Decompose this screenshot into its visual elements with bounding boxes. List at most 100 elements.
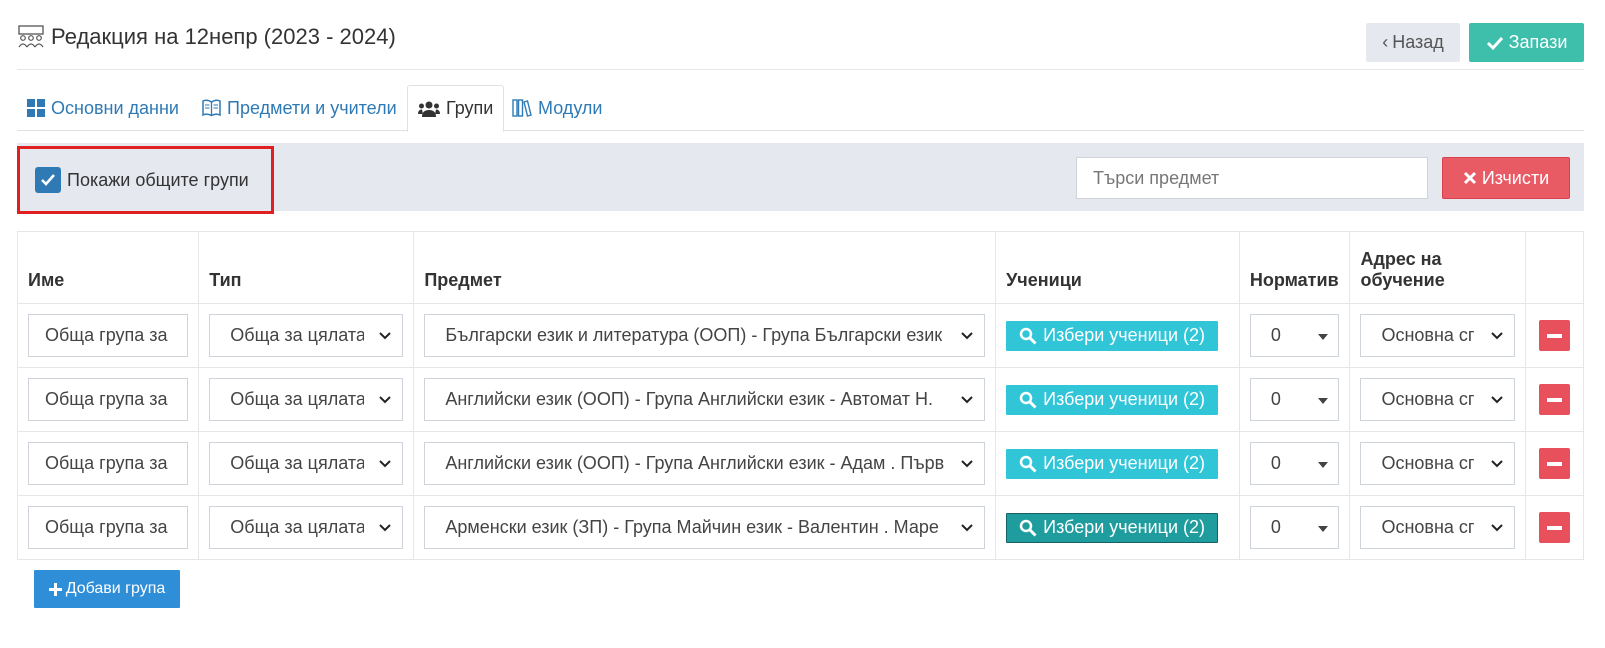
- minus-icon: [1546, 525, 1562, 530]
- tab-modules[interactable]: Модули: [502, 85, 612, 131]
- back-button[interactable]: ‹ Назад: [1366, 23, 1460, 62]
- chevron-down-icon: [961, 395, 973, 403]
- group-name-input[interactable]: Обща група за: [28, 442, 189, 485]
- subject-select[interactable]: Български език и литература (ООП) - Груп…: [424, 314, 986, 357]
- select-value: Основна сг: [1381, 517, 1475, 537]
- select-value: 0: [1270, 517, 1281, 537]
- remove-row-button[interactable]: [1538, 512, 1570, 543]
- chevron-down-icon: [1490, 331, 1503, 339]
- tab-basic-data[interactable]: Основни данни: [17, 85, 189, 131]
- select-students-button[interactable]: Избери ученици (2): [1006, 320, 1219, 351]
- select-value: Основна сг: [1381, 325, 1475, 345]
- save-button[interactable]: Запази: [1469, 23, 1584, 62]
- select-value: 0: [1270, 453, 1281, 473]
- chevron-down-icon: [1490, 459, 1503, 467]
- group-type-select[interactable]: Обща за цялата: [209, 314, 404, 357]
- select-value: Основна сг: [1381, 453, 1475, 473]
- column-header-students: Ученици: [995, 231, 1240, 304]
- norm-select[interactable]: 0: [1249, 314, 1340, 357]
- select-value: Обща за цялата: [230, 453, 365, 473]
- plus-icon: [48, 582, 62, 596]
- select-value: Арменски език (ЗП) - Група Майчин език -…: [445, 517, 939, 537]
- tab-label: Групи: [446, 98, 494, 118]
- column-header-subject: Предмет: [413, 231, 997, 304]
- page-header: Редакция на 12непр (2023 - 2024) ‹ Назад…: [0, 0, 1605, 70]
- chevron-down-icon: [961, 331, 973, 339]
- add-group-label: Добави група: [65, 580, 166, 597]
- remove-row-button[interactable]: [1538, 384, 1570, 415]
- select-value: Обща за цялата: [230, 517, 365, 537]
- search-subject-input[interactable]: [1076, 157, 1428, 199]
- add-group-button[interactable]: Добави група: [34, 570, 180, 608]
- header-divider: [17, 69, 1584, 70]
- norm-select[interactable]: 0: [1249, 378, 1340, 421]
- book-icon: [202, 99, 221, 117]
- caret-down-icon: [1318, 334, 1329, 340]
- chevron-down-icon: [379, 395, 392, 403]
- select-value: 0: [1270, 389, 1281, 409]
- chevron-down-icon: [1490, 523, 1503, 531]
- subject-select[interactable]: Английски език (ООП) - Група Английски е…: [424, 378, 986, 421]
- group-name-input[interactable]: Обща група за: [28, 314, 189, 357]
- remove-row-button[interactable]: [1538, 448, 1570, 479]
- clear-label: Изчисти: [1481, 167, 1550, 188]
- users-icon: [418, 101, 440, 117]
- tab-label: Основни данни: [51, 97, 179, 118]
- search-icon: [1019, 519, 1037, 537]
- select-students-button[interactable]: Избери ученици (2): [1006, 448, 1219, 479]
- minus-icon: [1546, 461, 1562, 466]
- select-value: Обща за цялата: [230, 389, 365, 409]
- search-icon: [1019, 391, 1037, 409]
- select-students-button[interactable]: Избери ученици (2): [1006, 512, 1219, 543]
- group-name-input[interactable]: Обща група за: [28, 506, 189, 549]
- show-common-groups-label: Покажи общите групи: [67, 169, 249, 190]
- select-students-button[interactable]: Избери ученици (2): [1006, 384, 1219, 415]
- address-select[interactable]: Основна сг: [1360, 442, 1515, 485]
- subject-select[interactable]: Арменски език (ЗП) - Група Майчин език -…: [424, 506, 986, 549]
- group-type-select[interactable]: Обща за цялата: [209, 442, 404, 485]
- address-select[interactable]: Основна сг: [1360, 314, 1515, 357]
- column-header-type: Тип: [198, 231, 415, 304]
- clear-button[interactable]: Изчисти: [1442, 157, 1570, 199]
- table-row: Обща група за Обща за цялата Английски е…: [16, 431, 1585, 496]
- select-students-label: Избери ученици (2): [1043, 453, 1206, 473]
- select-value: Обща за цялата: [230, 325, 365, 345]
- table-row: Обща група за Обща за цялата Български е…: [16, 303, 1585, 368]
- group-type-select[interactable]: Обща за цялата: [209, 378, 404, 421]
- chevron-down-icon: [379, 459, 392, 467]
- chevron-left-icon: ‹: [1382, 32, 1389, 52]
- groups-table: Име Тип Предмет Ученици Норматив Адрес н…: [16, 231, 1585, 560]
- books-icon: [512, 99, 532, 117]
- subject-select[interactable]: Английски език (ООП) - Група Английски е…: [424, 442, 986, 485]
- select-value: Основна сг: [1381, 389, 1475, 409]
- show-common-groups-toggle[interactable]: Покажи общите групи: [17, 146, 274, 214]
- caret-down-icon: [1318, 526, 1329, 532]
- grid-icon: [27, 99, 45, 117]
- group-type-select[interactable]: Обща за цялата: [209, 506, 404, 549]
- norm-select[interactable]: 0: [1249, 506, 1340, 549]
- search-icon: [1019, 455, 1037, 473]
- column-header-name: Име: [16, 231, 200, 304]
- title-wrap: Редакция на 12непр (2023 - 2024): [17, 24, 396, 50]
- address-select[interactable]: Основна сг: [1360, 378, 1515, 421]
- back-label: Назад: [1392, 32, 1444, 52]
- address-select[interactable]: Основна сг: [1360, 506, 1515, 549]
- table-row: Обща група за Обща за цялата Английски е…: [16, 367, 1585, 432]
- chevron-down-icon: [379, 523, 392, 531]
- group-name-input[interactable]: Обща група за: [28, 378, 189, 421]
- select-students-label: Избери ученици (2): [1043, 325, 1206, 345]
- chevron-down-icon: [961, 523, 973, 531]
- norm-select[interactable]: 0: [1249, 442, 1340, 485]
- chevron-down-icon: [961, 459, 973, 467]
- table-header-row: Име Тип Предмет Ученици Норматив Адрес н…: [16, 231, 1585, 304]
- select-value: Български език и литература (ООП) - Груп…: [445, 325, 943, 345]
- select-value: Английски език (ООП) - Група Английски е…: [445, 389, 933, 409]
- select-students-label: Избери ученици (2): [1043, 389, 1206, 409]
- column-header-address: Адрес на обучение: [1349, 231, 1526, 304]
- remove-row-button[interactable]: [1538, 320, 1570, 351]
- minus-icon: [1546, 333, 1562, 338]
- checkbox-checked-icon[interactable]: [35, 167, 61, 193]
- tab-groups[interactable]: Групи: [407, 85, 505, 132]
- tab-subjects-teachers[interactable]: Предмети и учители: [192, 85, 407, 131]
- column-header-norm: Норматив: [1238, 231, 1351, 304]
